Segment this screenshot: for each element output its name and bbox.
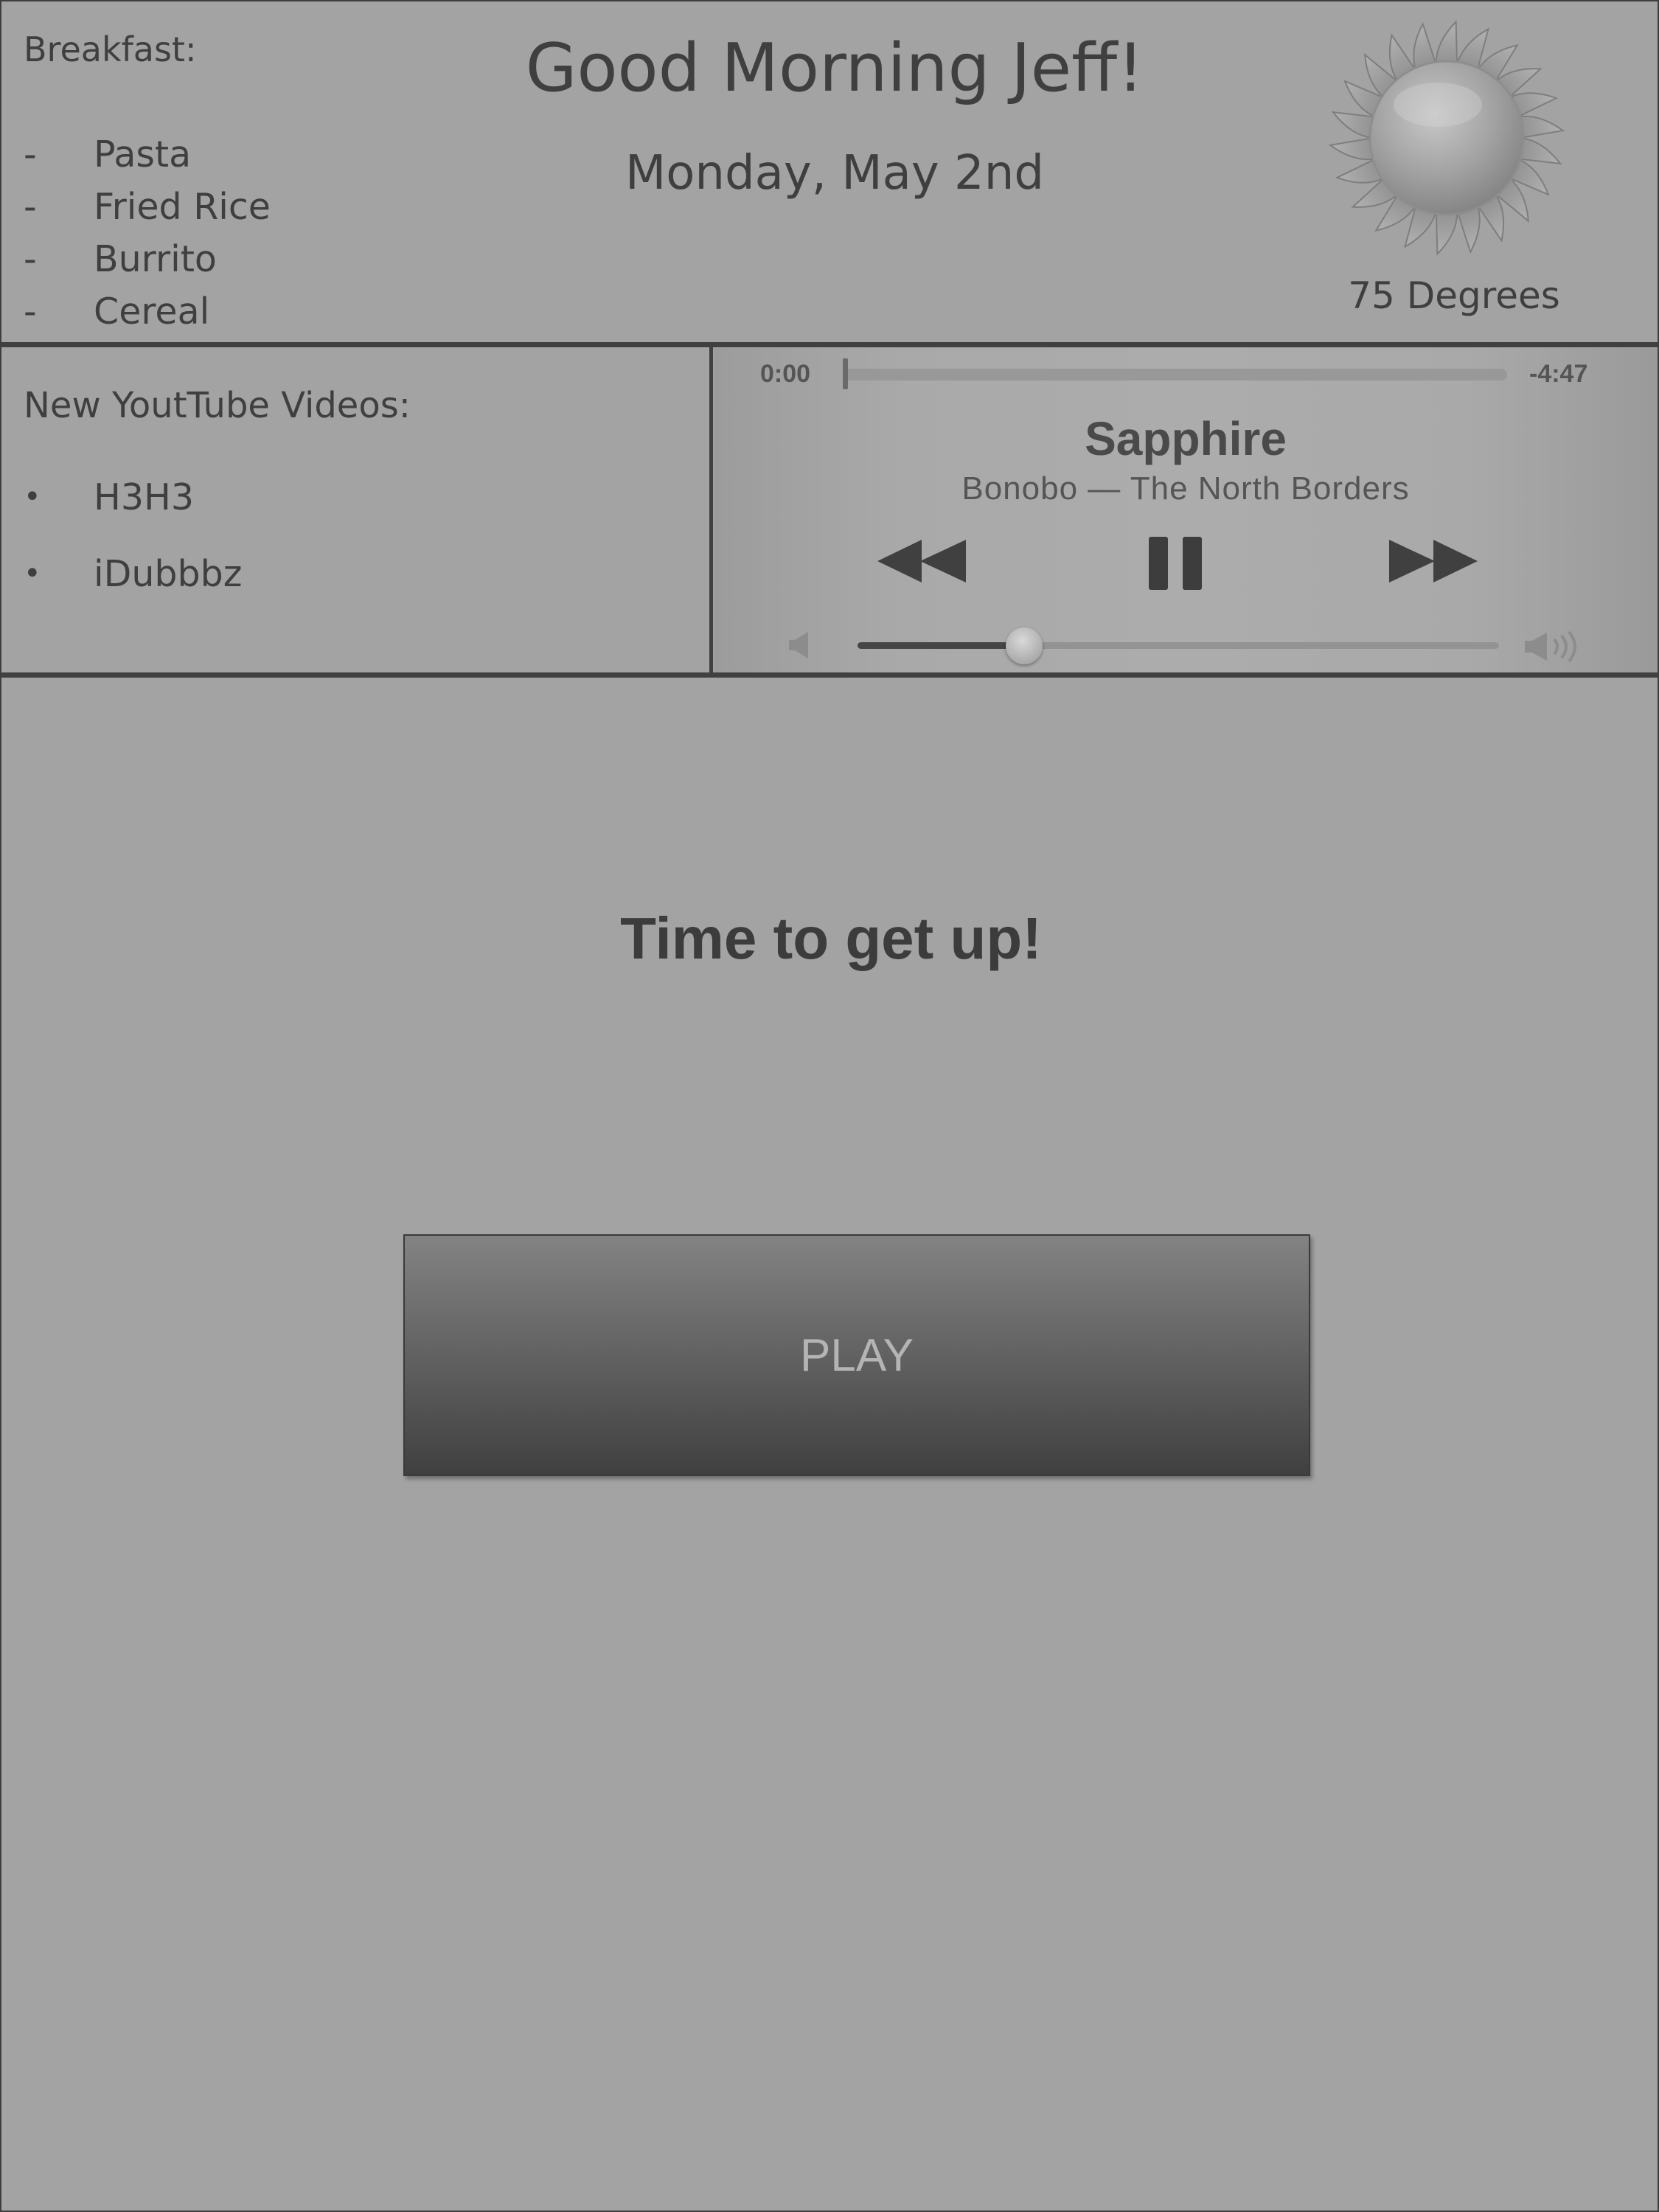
sun-icon — [1328, 20, 1565, 256]
list-item: - Pasta — [24, 128, 271, 181]
header-divider — [1, 342, 1658, 347]
dash-marker: - — [24, 238, 37, 280]
youtube-title: New YoutTube Videos: — [24, 385, 411, 426]
dash-marker: - — [24, 186, 37, 228]
pause-icon[interactable] — [1146, 535, 1205, 591]
breakfast-title: Breakfast: — [24, 29, 197, 69]
youtube-list: • H3H3 • iDubbbz — [24, 459, 242, 612]
content-divider — [1, 672, 1658, 678]
scrubber-handle[interactable] — [843, 358, 848, 389]
date-text: Monday, May 2nd — [625, 146, 1044, 201]
dash-marker: - — [24, 133, 37, 175]
breakfast-item-label: Fried Rice — [94, 186, 271, 228]
list-item[interactable]: • iDubbbz — [24, 535, 242, 612]
volume-slider[interactable] — [858, 627, 1499, 664]
song-title: Sapphire — [1085, 412, 1287, 465]
volume-handle[interactable] — [1006, 627, 1043, 664]
volume-fill — [858, 642, 1024, 649]
play-button[interactable]: PLAY — [403, 1234, 1310, 1476]
middle-divider — [709, 345, 713, 674]
remaining-time: -4:47 — [1529, 360, 1588, 388]
bullet-marker: • — [24, 557, 41, 591]
wake-up-message: Time to get up! — [620, 905, 1042, 971]
list-item[interactable]: • H3H3 — [24, 459, 242, 535]
elapsed-time: 0:00 — [760, 360, 811, 388]
temperature-label: 75 Degrees — [1348, 274, 1560, 317]
youtube-item-label: H3H3 — [94, 476, 195, 518]
list-item: - Burrito — [24, 233, 271, 285]
list-item: - Cereal — [24, 285, 271, 338]
music-player: 0:00 -4:47 Sapphire Bonobo — The North B… — [714, 348, 1658, 672]
rewind-icon[interactable] — [877, 538, 967, 584]
volume-low-icon[interactable] — [786, 630, 815, 660]
youtube-item-label: iDubbbz — [94, 552, 243, 595]
scrubber-track[interactable] — [844, 369, 1507, 380]
list-item: - Fried Rice — [24, 181, 271, 233]
breakfast-item-label: Cereal — [94, 291, 210, 333]
bullet-marker: • — [24, 480, 41, 514]
greeting-title: Good Morning Jeff! — [525, 29, 1144, 107]
volume-high-icon[interactable] — [1523, 630, 1585, 663]
breakfast-item-label: Pasta — [94, 133, 192, 175]
dashboard-frame: Breakfast: - Pasta - Fried Rice - Burrito -… — [0, 0, 1659, 2212]
fast-forward-icon[interactable] — [1389, 538, 1479, 584]
breakfast-item-label: Burrito — [94, 238, 217, 280]
breakfast-list: - Pasta - Fried Rice - Burrito - Cereal — [24, 128, 271, 338]
dash-marker: - — [24, 291, 37, 333]
song-artist-album: Bonobo — The North Borders — [961, 470, 1410, 507]
